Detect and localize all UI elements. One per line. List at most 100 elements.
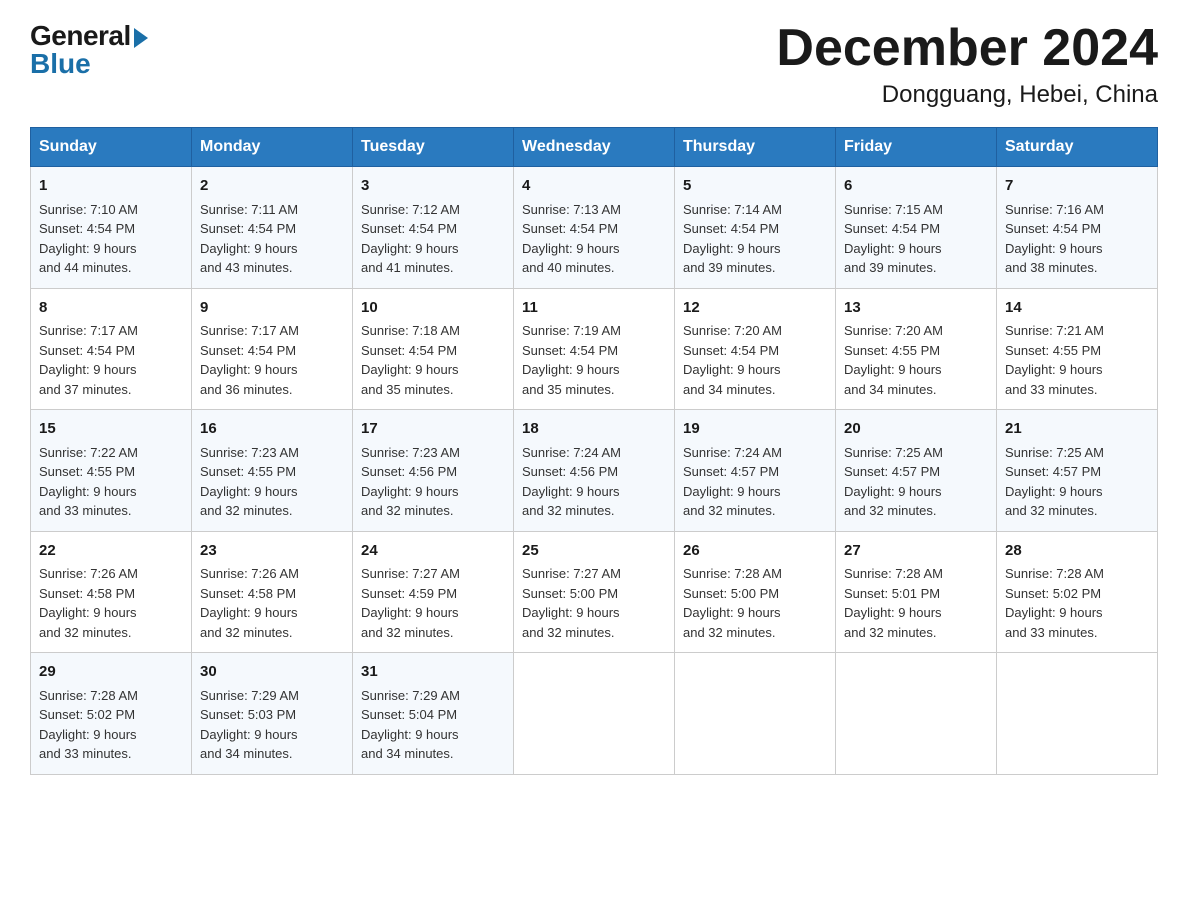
calendar-cell: 11 Sunrise: 7:19 AMSunset: 4:54 PMDayligh… xyxy=(514,288,675,410)
day-info: Sunrise: 7:19 AMSunset: 4:54 PMDaylight:… xyxy=(522,323,621,397)
weekday-header-sunday: Sunday xyxy=(31,128,192,167)
day-info: Sunrise: 7:29 AMSunset: 5:04 PMDaylight:… xyxy=(361,688,460,762)
weekday-header-saturday: Saturday xyxy=(997,128,1158,167)
day-info: Sunrise: 7:20 AMSunset: 4:54 PMDaylight:… xyxy=(683,323,782,397)
day-number: 14 xyxy=(1005,297,1149,320)
day-number: 9 xyxy=(200,297,344,320)
day-number: 5 xyxy=(683,175,827,198)
calendar-cell: 12 Sunrise: 7:20 AMSunset: 4:54 PMDayligh… xyxy=(675,288,836,410)
day-number: 4 xyxy=(522,175,666,198)
day-info: Sunrise: 7:29 AMSunset: 5:03 PMDaylight:… xyxy=(200,688,299,762)
day-info: Sunrise: 7:13 AMSunset: 4:54 PMDaylight:… xyxy=(522,202,621,276)
calendar-cell: 18Sunrise: 7:24 AMSunset: 4:56 PMDayligh… xyxy=(514,410,675,532)
calendar-week-row: 15 Sunrise: 7:22 AMSunset: 4:55 PMDayligh… xyxy=(31,410,1158,532)
calendar-cell: 16 Sunrise: 7:23 AMSunset: 4:55 PMDayligh… xyxy=(192,410,353,532)
day-info: Sunrise: 7:10 AMSunset: 4:54 PMDaylight:… xyxy=(39,202,138,276)
calendar-cell: 3 Sunrise: 7:12 AMSunset: 4:54 PMDaylight… xyxy=(353,167,514,289)
day-number: 21 xyxy=(1005,418,1149,441)
day-info: Sunrise: 7:14 AMSunset: 4:54 PMDaylight:… xyxy=(683,202,782,276)
calendar-cell xyxy=(836,653,997,775)
day-number: 28 xyxy=(1005,540,1149,563)
calendar-cell: 20Sunrise: 7:25 AMSunset: 4:57 PMDayligh… xyxy=(836,410,997,532)
day-info: Sunrise: 7:21 AMSunset: 4:55 PMDaylight:… xyxy=(1005,323,1104,397)
day-info: Sunrise: 7:28 AMSunset: 5:02 PMDaylight:… xyxy=(39,688,138,762)
day-number: 24 xyxy=(361,540,505,563)
day-number: 30 xyxy=(200,661,344,684)
calendar-cell: 19 Sunrise: 7:24 AMSunset: 4:57 PMDayligh… xyxy=(675,410,836,532)
day-info: Sunrise: 7:15 AMSunset: 4:54 PMDaylight:… xyxy=(844,202,943,276)
title-block: December 2024 Dongguang, Hebei, China xyxy=(776,20,1158,109)
weekday-header-monday: Monday xyxy=(192,128,353,167)
day-number: 16 xyxy=(200,418,344,441)
day-number: 29 xyxy=(39,661,183,684)
day-info: Sunrise: 7:27 AMSunset: 5:00 PMDaylight:… xyxy=(522,566,621,640)
calendar-cell: 25Sunrise: 7:27 AMSunset: 5:00 PMDayligh… xyxy=(514,531,675,653)
logo-blue-text: Blue xyxy=(30,48,91,80)
weekday-header-row: SundayMondayTuesdayWednesdayThursdayFrid… xyxy=(31,128,1158,167)
day-info: Sunrise: 7:26 AMSunset: 4:58 PMDaylight:… xyxy=(39,566,138,640)
day-info: Sunrise: 7:24 AMSunset: 4:57 PMDaylight:… xyxy=(683,445,782,519)
calendar-cell: 17Sunrise: 7:23 AMSunset: 4:56 PMDayligh… xyxy=(353,410,514,532)
day-number: 31 xyxy=(361,661,505,684)
day-info: Sunrise: 7:17 AMSunset: 4:54 PMDaylight:… xyxy=(39,323,138,397)
day-info: Sunrise: 7:28 AMSunset: 5:01 PMDaylight:… xyxy=(844,566,943,640)
day-info: Sunrise: 7:23 AMSunset: 4:56 PMDaylight:… xyxy=(361,445,460,519)
calendar-cell: 2 Sunrise: 7:11 AMSunset: 4:54 PMDaylight… xyxy=(192,167,353,289)
calendar-cell: 26 Sunrise: 7:28 AMSunset: 5:00 PMDayligh… xyxy=(675,531,836,653)
day-number: 10 xyxy=(361,297,505,320)
calendar-week-row: 22 Sunrise: 7:26 AMSunset: 4:58 PMDayligh… xyxy=(31,531,1158,653)
calendar-cell: 24 Sunrise: 7:27 AMSunset: 4:59 PMDayligh… xyxy=(353,531,514,653)
calendar-table: SundayMondayTuesdayWednesdayThursdayFrid… xyxy=(30,127,1158,775)
day-info: Sunrise: 7:28 AMSunset: 5:02 PMDaylight:… xyxy=(1005,566,1104,640)
day-number: 1 xyxy=(39,175,183,198)
day-number: 6 xyxy=(844,175,988,198)
calendar-cell: 5 Sunrise: 7:14 AMSunset: 4:54 PMDaylight… xyxy=(675,167,836,289)
calendar-cell: 30 Sunrise: 7:29 AMSunset: 5:03 PMDayligh… xyxy=(192,653,353,775)
day-number: 13 xyxy=(844,297,988,320)
logo: General Blue xyxy=(30,20,148,80)
day-number: 18 xyxy=(522,418,666,441)
location-title: Dongguang, Hebei, China xyxy=(776,81,1158,109)
day-number: 11 xyxy=(522,297,666,320)
day-number: 26 xyxy=(683,540,827,563)
day-info: Sunrise: 7:28 AMSunset: 5:00 PMDaylight:… xyxy=(683,566,782,640)
calendar-cell: 23Sunrise: 7:26 AMSunset: 4:58 PMDayligh… xyxy=(192,531,353,653)
calendar-cell: 9Sunrise: 7:17 AMSunset: 4:54 PMDaylight… xyxy=(192,288,353,410)
weekday-header-tuesday: Tuesday xyxy=(353,128,514,167)
logo-arrow-icon xyxy=(134,28,148,48)
day-number: 22 xyxy=(39,540,183,563)
day-info: Sunrise: 7:11 AMSunset: 4:54 PMDaylight:… xyxy=(200,202,298,276)
calendar-cell: 27 Sunrise: 7:28 AMSunset: 5:01 PMDayligh… xyxy=(836,531,997,653)
calendar-cell: 29 Sunrise: 7:28 AMSunset: 5:02 PMDayligh… xyxy=(31,653,192,775)
day-info: Sunrise: 7:22 AMSunset: 4:55 PMDaylight:… xyxy=(39,445,138,519)
calendar-week-row: 8 Sunrise: 7:17 AMSunset: 4:54 PMDaylight… xyxy=(31,288,1158,410)
day-number: 15 xyxy=(39,418,183,441)
day-info: Sunrise: 7:18 AMSunset: 4:54 PMDaylight:… xyxy=(361,323,460,397)
day-number: 7 xyxy=(1005,175,1149,198)
calendar-cell: 31 Sunrise: 7:29 AMSunset: 5:04 PMDayligh… xyxy=(353,653,514,775)
calendar-cell xyxy=(997,653,1158,775)
day-number: 8 xyxy=(39,297,183,320)
calendar-cell: 13 Sunrise: 7:20 AMSunset: 4:55 PMDayligh… xyxy=(836,288,997,410)
calendar-cell xyxy=(514,653,675,775)
calendar-cell xyxy=(675,653,836,775)
day-number: 19 xyxy=(683,418,827,441)
page-header: General Blue December 2024 Dongguang, He… xyxy=(30,20,1158,109)
calendar-cell: 4 Sunrise: 7:13 AMSunset: 4:54 PMDaylight… xyxy=(514,167,675,289)
weekday-header-wednesday: Wednesday xyxy=(514,128,675,167)
day-info: Sunrise: 7:26 AMSunset: 4:58 PMDaylight:… xyxy=(200,566,299,640)
calendar-cell: 1 Sunrise: 7:10 AMSunset: 4:54 PMDaylight… xyxy=(31,167,192,289)
calendar-cell: 10 Sunrise: 7:18 AMSunset: 4:54 PMDayligh… xyxy=(353,288,514,410)
day-number: 3 xyxy=(361,175,505,198)
day-number: 12 xyxy=(683,297,827,320)
calendar-cell: 21Sunrise: 7:25 AMSunset: 4:57 PMDayligh… xyxy=(997,410,1158,532)
day-number: 2 xyxy=(200,175,344,198)
day-info: Sunrise: 7:12 AMSunset: 4:54 PMDaylight:… xyxy=(361,202,460,276)
calendar-cell: 15 Sunrise: 7:22 AMSunset: 4:55 PMDayligh… xyxy=(31,410,192,532)
day-info: Sunrise: 7:23 AMSunset: 4:55 PMDaylight:… xyxy=(200,445,299,519)
day-info: Sunrise: 7:20 AMSunset: 4:55 PMDaylight:… xyxy=(844,323,943,397)
day-info: Sunrise: 7:27 AMSunset: 4:59 PMDaylight:… xyxy=(361,566,460,640)
day-number: 27 xyxy=(844,540,988,563)
calendar-week-row: 29 Sunrise: 7:28 AMSunset: 5:02 PMDayligh… xyxy=(31,653,1158,775)
calendar-cell: 28 Sunrise: 7:28 AMSunset: 5:02 PMDayligh… xyxy=(997,531,1158,653)
